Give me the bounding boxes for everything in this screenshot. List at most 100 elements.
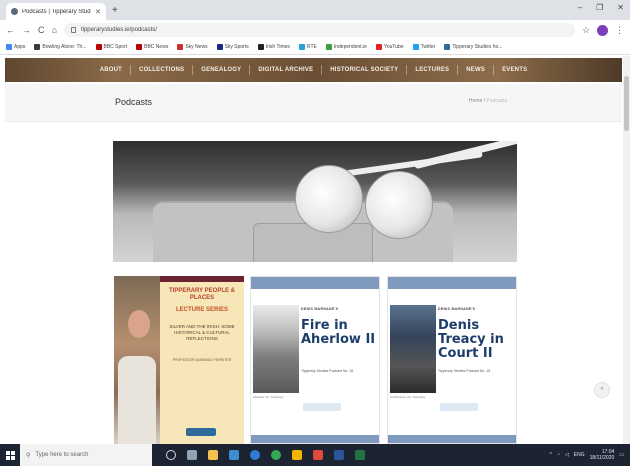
bookmark-item[interactable]: Tipperary Studies ho...: [444, 44, 502, 50]
word-icon[interactable]: [334, 450, 344, 460]
bookmark-icon: [412, 44, 419, 50]
reload-icon[interactable]: C: [38, 25, 45, 35]
address-bar-row: ← → C ⌂ tipperarystudies.ie/podcasts/ ☆ …: [0, 20, 630, 40]
tab-title: Podcasts | Tipperary Studies: [22, 8, 92, 15]
lecture-speaker: PROFESSOR DIARMAID FERRITER: [172, 358, 232, 362]
podcast-card-denis-treacy[interactable]: DENIS MARNANE'S Denis Treacy in Court II…: [387, 276, 517, 444]
speaker-shirt: [118, 356, 156, 444]
card-photo-caption: Aherlow, Co. Tipperary: [253, 395, 284, 399]
window-controls: – ❐ ✕: [578, 3, 624, 12]
acrobat-icon[interactable]: [313, 450, 323, 460]
forward-icon[interactable]: →: [22, 25, 31, 35]
page-title-strip: Podcasts Home / Podcasts: [5, 84, 622, 122]
edge-icon[interactable]: [250, 450, 260, 460]
tab-close-icon[interactable]: ✕: [95, 8, 101, 16]
bookmark-item[interactable]: BBC News: [136, 44, 168, 50]
url-field[interactable]: tipperarystudies.ie/podcasts/: [63, 23, 575, 37]
card-title: Denis Treacy in Court II: [438, 318, 504, 361]
speaker-photo: [114, 276, 160, 444]
page-viewport: ABOUT COLLECTIONS GENEALOGY DIGITAL ARCHIVE…: [0, 56, 630, 444]
bookmark-item[interactable]: Irish Times: [257, 44, 290, 50]
store-icon[interactable]: [229, 450, 239, 460]
bookmark-label: Independent.ie: [333, 44, 367, 50]
podcast-card-fire-in-aherlow[interactable]: DENIS MARNANE'S Fire in Aherlow II Tippe…: [250, 276, 380, 444]
bookmark-label: Sky News: [185, 44, 208, 50]
card-author: DENIS MARNANE'S: [301, 307, 339, 311]
nav-divider: [192, 65, 194, 75]
bookmark-item[interactable]: Bowling Alone: Th...: [34, 44, 87, 50]
taskbar-search-box[interactable]: ⚲ Type here to search: [20, 444, 152, 466]
bookmark-icon: [375, 44, 382, 50]
breadcrumb-home[interactable]: Home: [469, 98, 482, 104]
file-explorer-icon[interactable]: [208, 450, 218, 460]
profile-avatar[interactable]: [597, 24, 608, 36]
bookmark-item[interactable]: BBC Sport: [95, 44, 127, 50]
nav-item-digital-archive[interactable]: DIGITAL ARCHIVE: [258, 67, 313, 73]
bookmark-item[interactable]: Apps: [6, 44, 25, 50]
page-title: Podcasts: [115, 97, 153, 107]
bookmark-item[interactable]: YouTube: [375, 44, 404, 50]
bookmark-icon: [298, 44, 305, 50]
nav-item-lectures[interactable]: LECTURES: [415, 67, 449, 73]
nav-item-news[interactable]: NEWS: [466, 67, 485, 73]
bookmark-icon: [6, 44, 12, 50]
card-photo: [390, 305, 436, 393]
nav-item-events[interactable]: EVENTS: [502, 67, 527, 73]
poster-bar: [160, 276, 244, 282]
card-top-band: [388, 277, 516, 289]
excel-icon[interactable]: [355, 450, 365, 460]
bookmark-icon: [136, 44, 143, 50]
nav-item-collections[interactable]: COLLECTIONS: [139, 67, 184, 73]
chrome-icon[interactable]: [271, 450, 281, 460]
bookmark-item[interactable]: Independent.ie: [325, 44, 367, 50]
bookmark-item[interactable]: Sky Sports: [216, 44, 249, 50]
clock[interactable]: 17:04 18/11/2020: [590, 449, 615, 461]
scrollbar-thumb[interactable]: [624, 76, 629, 131]
star-icon[interactable]: ☆: [582, 25, 590, 36]
minimize-icon[interactable]: –: [578, 3, 582, 12]
menu-icon[interactable]: ⋮: [615, 25, 624, 36]
close-window-icon[interactable]: ✕: [617, 3, 624, 12]
bookmark-icon: [444, 44, 451, 50]
bookmark-label: Tipperary Studies ho...: [452, 44, 503, 50]
cortana-icon[interactable]: [166, 450, 176, 460]
tipperary-studies-logo: [440, 403, 478, 411]
bookmark-icon: [177, 44, 184, 50]
earbud-right: [365, 171, 433, 239]
volume-icon[interactable]: ◁: [565, 452, 569, 458]
card-photo: [253, 305, 299, 393]
language-indicator[interactable]: ENG: [574, 452, 585, 458]
bookmark-label: Apps: [14, 44, 26, 50]
card-title: Fire in Aherlow II: [301, 318, 376, 347]
bookmark-item[interactable]: RTE: [298, 44, 317, 50]
nav-item-genealogy[interactable]: GENEALOGY: [201, 67, 241, 73]
podcast-card-lecture[interactable]: TIPPERARY PEOPLE & PLACES LECTURE SERIES…: [114, 276, 244, 444]
nav-divider: [493, 65, 495, 75]
new-tab-button[interactable]: +: [112, 5, 118, 17]
start-button[interactable]: [0, 444, 20, 466]
bookmark-item[interactable]: Sky News: [177, 44, 208, 50]
page-scrollbar[interactable]: [623, 56, 630, 444]
bookmark-item[interactable]: Twitter: [412, 44, 435, 50]
browser-tab[interactable]: Podcasts | Tipperary Studies ✕: [6, 3, 106, 20]
nav-divider: [406, 65, 408, 75]
browser-tab-bar: Podcasts | Tipperary Studies ✕ + – ❐ ✕: [0, 0, 630, 20]
clock-date: 18/11/2020: [589, 455, 615, 461]
show-hidden-icon[interactable]: ^: [550, 452, 552, 458]
maximize-icon[interactable]: ❐: [596, 3, 603, 12]
nav-item-historical-society[interactable]: HISTORICAL SOCIETY: [330, 67, 398, 73]
nav-item-about[interactable]: ABOUT: [100, 67, 122, 73]
nav-divider: [130, 65, 132, 75]
card-bottom-band: [251, 435, 379, 443]
home-icon[interactable]: ⌂: [52, 25, 57, 35]
nav-divider: [457, 65, 459, 75]
site-favicon-icon: [11, 8, 18, 15]
scroll-to-top-button[interactable]: ^: [594, 382, 610, 398]
task-view-icon[interactable]: [187, 450, 197, 460]
back-icon[interactable]: ←: [6, 25, 15, 35]
notifications-icon[interactable]: ▭: [619, 452, 624, 458]
folder-icon[interactable]: [292, 450, 302, 460]
bookmark-label: RTE: [306, 44, 317, 50]
series-title: TIPPERARY PEOPLE & PLACES: [168, 288, 235, 301]
wifi-icon[interactable]: ◔: [557, 452, 560, 458]
